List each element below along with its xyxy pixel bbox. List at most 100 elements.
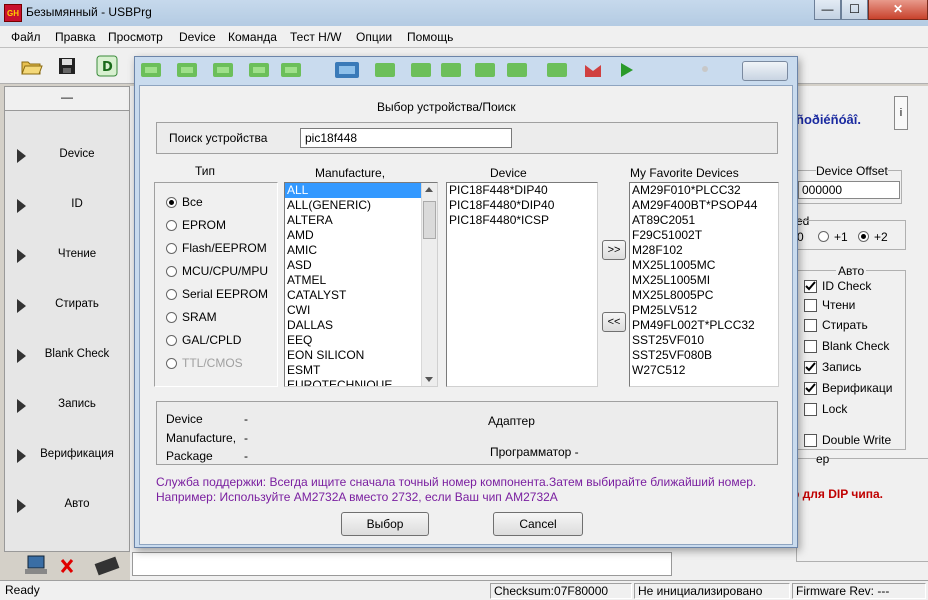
favorite-item[interactable]: MX25L1005MI [630,273,778,288]
speed-option-0[interactable]: 0 [797,230,804,244]
scroll-down-icon[interactable] [425,377,433,382]
auto-checkbox[interactable] [804,403,817,416]
speed-radio-2[interactable] [858,231,869,242]
manufacturer-item[interactable]: AMIC [285,243,437,258]
type-radio[interactable] [166,243,177,254]
type-radio[interactable] [166,197,177,208]
manufacturer-item[interactable]: ASD [285,258,437,273]
menu-file[interactable]: Файл [11,30,41,44]
favorite-item[interactable]: MX25L8005PC [630,288,778,303]
remove-favorite-button[interactable]: << [602,312,626,332]
manufacturer-item[interactable]: EEQ [285,333,437,348]
open-folder-icon[interactable] [18,53,44,79]
manufacturer-item[interactable]: DALLAS [285,318,437,333]
manufacturer-item[interactable]: ESMT [285,363,437,378]
play-arrow-icon [17,449,26,463]
auto-checkbox[interactable] [804,280,817,293]
manufacturer-item[interactable]: ALL [285,183,437,198]
manufacturer-item[interactable]: CWI [285,303,437,318]
chip-icon [94,556,120,576]
type-radio[interactable] [166,220,177,231]
type-radio[interactable] [166,289,177,300]
favorite-item[interactable]: SST25VF080B [630,348,778,363]
favorites-list[interactable]: AM29F010*PLCC32 AM29F400BT*PSOP44 AT89C205… [629,182,779,387]
auto-checkbox[interactable] [804,382,817,395]
left-item-id[interactable]: ID [5,181,129,231]
select-button[interactable]: Выбор [341,512,429,536]
minimize-button[interactable]: — [814,0,841,20]
auto-checkbox[interactable] [804,361,817,374]
device-offset-input[interactable]: 000000 [798,181,900,199]
favorite-item[interactable]: AT89C2051 [630,213,778,228]
device-item[interactable]: PIC18F4480*ICSP [447,213,597,228]
device-offset-label: Device Offset [816,164,888,178]
menu-test-hw[interactable]: Тест H/W [290,30,342,44]
menu-edit[interactable]: Правка [55,30,96,44]
left-item-erase[interactable]: Стирать [5,281,129,331]
device-list[interactable]: PIC18F448*DIP40 PIC18F4480*DIP40 PIC18F448… [446,182,598,387]
title-bar: GH Безымянный - USBPrg — ☐ ✕ [0,0,928,26]
dialog-body: Выбор устройства/Поиск Поиск устройства … [139,85,793,545]
close-button[interactable]: ✕ [868,0,928,20]
auto-checkbox[interactable] [804,340,817,353]
menu-command[interactable]: Команда [228,30,277,44]
manufacturer-list[interactable]: ALL ALL(GENERIC) ALTERA AMD AMIC ASD ATMEL CATA… [284,182,438,387]
maximize-button[interactable]: ☐ [841,0,868,20]
favorite-item[interactable]: F29C51002T [630,228,778,243]
type-option-label: Все [182,195,203,209]
scroll-thumb[interactable] [423,201,436,239]
menu-options[interactable]: Опции [356,30,392,44]
manufacturer-item[interactable]: ALL(GENERIC) [285,198,437,213]
favorite-item[interactable]: SST25VF010 [630,333,778,348]
search-input[interactable] [300,128,512,148]
favorite-item[interactable]: AM29F010*PLCC32 [630,183,778,198]
add-favorite-button[interactable]: >> [602,240,626,260]
menu-device[interactable]: Device [179,30,216,44]
manufacturer-item[interactable]: EON SILICON [285,348,437,363]
manufacturer-scrollbar[interactable] [421,183,437,386]
device-select-icon[interactable]: D [94,53,120,79]
left-item-blank-check[interactable]: Blank Check [5,331,129,381]
auto-checkbox[interactable] [804,319,817,332]
manufacturer-item[interactable]: AMD [285,228,437,243]
type-radio[interactable] [166,358,177,369]
toolbar-icon-10 [475,63,495,77]
type-radio[interactable] [166,335,177,346]
favorite-item[interactable]: MX25L1005MC [630,258,778,273]
info-button[interactable]: i [894,96,908,130]
left-panel-header[interactable]: — [5,87,129,111]
dialog-close-button[interactable] [742,61,788,81]
toolbar-icon-11 [507,63,527,77]
manufacturer-item[interactable]: EUROTECHNIQUE [285,378,437,386]
play-icon [621,63,633,77]
cancel-button[interactable]: Cancel [493,512,583,536]
left-item-write[interactable]: Запись [5,381,129,431]
left-item-read[interactable]: Чтение [5,231,129,281]
left-item-label: Запись [58,398,96,410]
manufacturer-item[interactable]: ALTERA [285,213,437,228]
auto-checkbox[interactable] [804,434,817,447]
favorite-item[interactable]: W27C512 [630,363,778,378]
speed-radio-1[interactable] [818,231,829,242]
play-arrow-icon [17,399,26,413]
favorite-item[interactable]: M28F102 [630,243,778,258]
auto-checkbox[interactable] [804,299,817,312]
favorite-item[interactable]: AM29F400BT*PSOP44 [630,198,778,213]
type-radio[interactable] [166,312,177,323]
log-field[interactable] [132,552,672,576]
favorite-item[interactable]: PM25LV512 [630,303,778,318]
menu-view[interactable]: Просмотр [108,30,163,44]
menu-help[interactable]: Помощь [407,30,453,44]
manufacturer-item[interactable]: ATMEL [285,273,437,288]
scroll-up-icon[interactable] [425,187,433,192]
favorite-item[interactable]: PM49FL002T*PLCC32 [630,318,778,333]
device-item[interactable]: PIC18F4480*DIP40 [447,198,597,213]
type-radio[interactable] [166,266,177,277]
left-item-auto[interactable]: Авто [5,481,129,531]
manufacturer-item[interactable]: CATALYST [285,288,437,303]
left-item-verify[interactable]: Верификация [5,431,129,481]
device-item[interactable]: PIC18F448*DIP40 [447,183,597,198]
save-icon[interactable] [54,53,80,79]
status-bar: Ready Checksum:07F80000 Не инициализиров… [0,580,928,600]
left-item-device[interactable]: Device [5,131,129,181]
